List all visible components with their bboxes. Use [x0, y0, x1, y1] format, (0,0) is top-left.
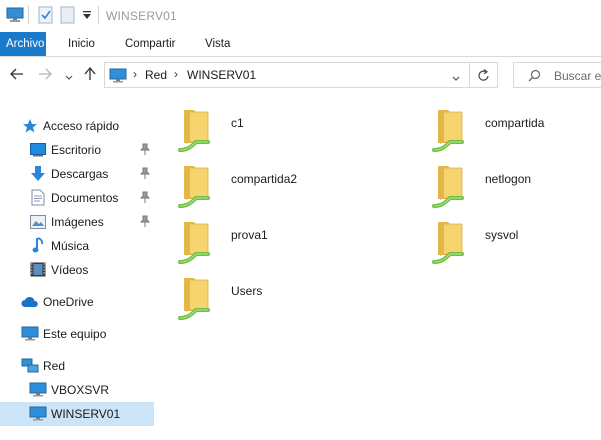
download-arrow-icon [30, 165, 46, 185]
shared-folder-icon [428, 106, 472, 155]
share-folder-netlogon[interactable]: netlogon [428, 162, 601, 212]
content-pane: c1 compartida compartida2 netlogon prova… [160, 96, 601, 440]
breadcrumb-red[interactable]: Red [145, 68, 167, 82]
share-name: compartida [485, 116, 545, 130]
window-title: WINSERV01 [106, 9, 177, 23]
breadcrumb-winserv01[interactable]: WINSERV01 [187, 68, 256, 82]
nav-this-pc[interactable]: Este equipo [0, 322, 154, 346]
nav-label: Acceso rápido [43, 119, 120, 133]
search-icon [528, 69, 541, 85]
breadcrumb-separator-icon[interactable]: › [174, 67, 178, 81]
share-folder-compartida[interactable]: compartida [428, 106, 601, 156]
new-folder-icon[interactable] [60, 6, 76, 27]
address-bar[interactable]: › Red › WINSERV01 [104, 62, 470, 88]
nav-item-documentos[interactable]: Documentos [0, 186, 154, 210]
desktop-icon [30, 143, 46, 160]
shared-folder-icon [174, 274, 218, 323]
tab-inicio[interactable]: Inicio [68, 32, 95, 56]
share-name: sysvol [485, 228, 519, 242]
share-folder-compartida2[interactable]: compartida2 [174, 162, 394, 212]
search-placeholder: Buscar en [554, 69, 601, 83]
nav-label: OneDrive [43, 295, 94, 309]
share-name: c1 [231, 116, 244, 130]
tab-compartir[interactable]: Compartir [125, 32, 175, 56]
nav-item-winserv01[interactable]: WINSERV01 [0, 402, 154, 426]
up-arrow-icon[interactable] [84, 66, 96, 84]
search-box[interactable]: Buscar en [513, 62, 601, 88]
nav-item-videos[interactable]: Vídeos [0, 258, 154, 282]
nav-label: Imágenes [51, 215, 104, 229]
nav-network[interactable]: Red [0, 354, 154, 378]
shared-folder-icon [174, 162, 218, 211]
share-folder-c1[interactable]: c1 [174, 106, 394, 156]
title-divider [28, 6, 29, 24]
film-strip-icon [30, 262, 46, 280]
properties-icon[interactable] [38, 6, 54, 27]
computer-icon [109, 68, 127, 86]
nav-item-descargas[interactable]: Descargas [0, 162, 154, 186]
share-name: Users [231, 284, 263, 298]
pin-icon[interactable] [139, 191, 151, 203]
tab-vista[interactable]: Vista [205, 32, 230, 56]
computer-icon [29, 382, 47, 400]
recent-locations-chevron-icon[interactable] [64, 69, 74, 85]
network-icon [21, 358, 39, 377]
shared-folder-icon [174, 106, 218, 155]
document-icon [31, 189, 45, 209]
refresh-icon [478, 69, 490, 85]
nav-item-imagenes[interactable]: Imágenes [0, 210, 154, 234]
breadcrumb-separator-icon[interactable]: › [133, 67, 137, 81]
quick-access-toolbar-dropdown-icon[interactable] [82, 9, 92, 24]
nav-label: WINSERV01 [51, 407, 121, 421]
nav-label: Música [51, 239, 90, 253]
title-bar: WINSERV01 [0, 0, 601, 32]
nav-item-escritorio[interactable]: Escritorio [0, 138, 154, 162]
nav-label: VBOXSVR [51, 383, 110, 397]
nav-quick-access[interactable]: Acceso rápido [0, 114, 154, 138]
forward-arrow-icon[interactable] [38, 67, 52, 83]
nav-label: Escritorio [51, 143, 102, 157]
nav-label: Documentos [51, 191, 119, 205]
nav-label: Descargas [51, 167, 109, 181]
ribbon-tabs: Archivo Inicio Compartir Vista [0, 32, 601, 57]
nav-label: Red [43, 359, 66, 373]
share-folder-users[interactable]: Users [174, 274, 394, 324]
computer-icon [29, 406, 47, 424]
navigation-pane: Acceso rápido Escritorio Descargas Docum… [0, 100, 160, 440]
refresh-button[interactable] [470, 62, 498, 88]
shared-folder-icon [428, 162, 472, 211]
share-name: prova1 [231, 228, 268, 242]
pin-icon[interactable] [139, 167, 151, 179]
music-note-icon [32, 237, 44, 257]
nav-label: Vídeos [51, 263, 89, 277]
cloud-icon [21, 296, 39, 311]
nav-onedrive[interactable]: OneDrive [0, 290, 154, 314]
star-icon [22, 118, 38, 137]
tab-archivo[interactable]: Archivo [0, 32, 46, 56]
pictures-icon [30, 215, 46, 232]
shared-folder-icon [174, 218, 218, 267]
title-divider-2 [98, 6, 99, 24]
shared-folder-icon [428, 218, 472, 267]
share-folder-prova1[interactable]: prova1 [174, 218, 394, 268]
share-name: compartida2 [231, 172, 298, 186]
pin-icon[interactable] [139, 215, 151, 227]
address-history-chevron-icon[interactable] [451, 72, 461, 86]
share-folder-sysvol[interactable]: sysvol [428, 218, 601, 268]
nav-label: Este equipo [43, 327, 107, 341]
share-name: netlogon [485, 172, 532, 186]
computer-icon [21, 326, 39, 344]
back-arrow-icon[interactable] [10, 67, 24, 83]
nav-item-musica[interactable]: Música [0, 234, 154, 258]
nav-item-vboxsvr[interactable]: VBOXSVR [0, 378, 154, 402]
pin-icon[interactable] [139, 143, 151, 155]
computer-icon [6, 7, 24, 26]
